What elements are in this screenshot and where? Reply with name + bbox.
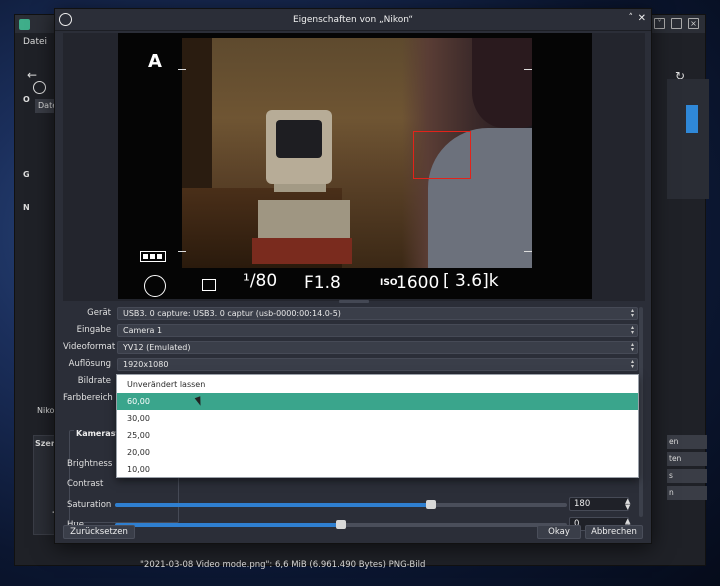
frame-mark <box>178 251 186 252</box>
dialog-title: Eigenschaften von „Nikon“ <box>292 15 414 25</box>
saturation-spinbox[interactable]: 180 <box>569 497 629 511</box>
desk-stand <box>252 238 352 264</box>
dialog-titlebar[interactable]: Eigenschaften von „Nikon“ ˄ ✕ <box>55 9 651 31</box>
spin-arrows-icon[interactable]: ▲▼ <box>625 498 630 511</box>
aperture: F1.8 <box>304 273 341 293</box>
hue-handle[interactable] <box>336 520 346 529</box>
dropdown-option[interactable]: 30,00 <box>117 410 638 427</box>
panel-heading-g: G <box>23 170 30 179</box>
combo-arrows-icon: ▴ ▾ <box>630 358 634 370</box>
properties-scrollbar[interactable] <box>639 307 643 517</box>
controls-panel: en ten s n <box>667 435 707 500</box>
ok-button[interactable]: Okay <box>537 525 581 539</box>
saturation-handle[interactable] <box>426 500 436 509</box>
minimize-icon[interactable]: ˅ <box>654 18 665 29</box>
resolution-value: 1920x1080 <box>123 360 169 369</box>
dropdown-option[interactable]: Unverändert lassen <box>117 376 638 393</box>
right-panel <box>667 79 709 199</box>
reset-button[interactable]: Zurücksetzen <box>63 525 135 539</box>
main-window-controls: ˅ × <box>654 18 699 29</box>
close-icon[interactable]: ✕ <box>638 13 646 24</box>
hue-fill <box>115 523 341 527</box>
saturation-fill <box>115 503 431 507</box>
combo-arrows-icon: ▴ ▾ <box>630 324 634 336</box>
input-value: Camera 1 <box>123 326 163 335</box>
cancel-button[interactable]: Abbrechen <box>585 525 643 539</box>
device-label: Gerät <box>87 308 111 318</box>
device-value: USB3. 0 capture: USB3. 0 captur (usb-000… <box>123 309 341 318</box>
source-preview: A ¹/80 F1.8 ISO 1600 [ 3.6]k <box>118 33 592 299</box>
videoformat-select[interactable]: YV12 (Emulated) ▴ ▾ <box>117 341 638 354</box>
computer-case <box>258 200 350 240</box>
battery-cell <box>143 254 148 259</box>
framerate-dropdown: Unverändert lassen 60,00 30,00 25,00 20,… <box>116 374 639 478</box>
splitter-handle[interactable] <box>339 300 369 303</box>
control-button[interactable]: ten <box>667 452 707 466</box>
monitor-base <box>274 184 326 192</box>
input-select[interactable]: Camera 1 ▴ ▾ <box>117 324 638 337</box>
frame-mark <box>524 69 532 70</box>
person-hair <box>472 38 532 128</box>
resolution-label: Auflösung <box>68 359 111 369</box>
input-label: Eingabe <box>76 325 111 335</box>
crt-monitor <box>266 110 332 184</box>
frame-mark <box>178 69 186 70</box>
contrast-label: Contrast <box>67 479 104 489</box>
dropdown-option[interactable]: 25,00 <box>117 427 638 444</box>
metering-icon <box>202 279 216 291</box>
obs-logo-icon <box>33 81 46 94</box>
battery-cell <box>150 254 155 259</box>
file-info-status: "2021-03-08 Video mode.png": 6,6 MiB (6.… <box>140 560 426 570</box>
camera-image <box>182 38 532 268</box>
maximize-icon[interactable] <box>671 18 682 29</box>
shutter-speed: ¹/80 <box>243 271 278 291</box>
close-icon[interactable]: × <box>688 18 699 29</box>
device-select[interactable]: USB3. 0 capture: USB3. 0 captur (usb-000… <box>117 307 638 320</box>
exposure-mode: A <box>148 51 162 72</box>
saturation-slider[interactable] <box>115 500 567 509</box>
right-panel-scrollbar[interactable] <box>686 105 698 133</box>
control-button[interactable]: n <box>667 486 707 500</box>
focus-box <box>413 131 471 179</box>
framerate-label: Bildrate <box>77 376 111 386</box>
monitor-screen <box>276 120 322 158</box>
resolution-select[interactable]: 1920x1080 ▴ ▾ <box>117 358 638 371</box>
videoformat-label: Videoformat <box>63 342 116 352</box>
combo-arrows-icon: ▴ ▾ <box>630 341 634 353</box>
control-button[interactable]: en <box>667 435 707 449</box>
obs-app-icon <box>19 19 30 30</box>
saturation-label: Saturation <box>67 500 112 510</box>
panel-heading-o: O <box>23 95 30 104</box>
back-arrow-icon[interactable]: ← <box>27 68 37 82</box>
control-button[interactable]: s <box>667 469 707 483</box>
dropdown-option[interactable]: 10,00 <box>117 461 638 478</box>
brightness-label: Brightness <box>67 459 113 469</box>
battery-cell <box>157 254 162 259</box>
shots-remaining: [ 3.6]k <box>443 271 499 291</box>
collapse-icon[interactable]: ˄ <box>629 13 634 23</box>
videoformat-value: YV12 (Emulated) <box>123 343 191 352</box>
menu-file[interactable]: Datei <box>23 37 47 47</box>
hue-slider[interactable] <box>115 520 567 529</box>
iso-value: 1600 <box>396 273 440 293</box>
panel-heading-n: N <box>23 203 30 212</box>
frame-mark <box>524 251 532 252</box>
iso-label: ISO <box>380 278 398 288</box>
colorrange-label: Farbbereich <box>63 393 113 403</box>
battery-icon <box>140 251 166 262</box>
shooting-menu-icon <box>144 275 166 297</box>
combo-arrows-icon: ▴ ▾ <box>630 307 634 319</box>
dropdown-option[interactable]: 20,00 <box>117 444 638 461</box>
